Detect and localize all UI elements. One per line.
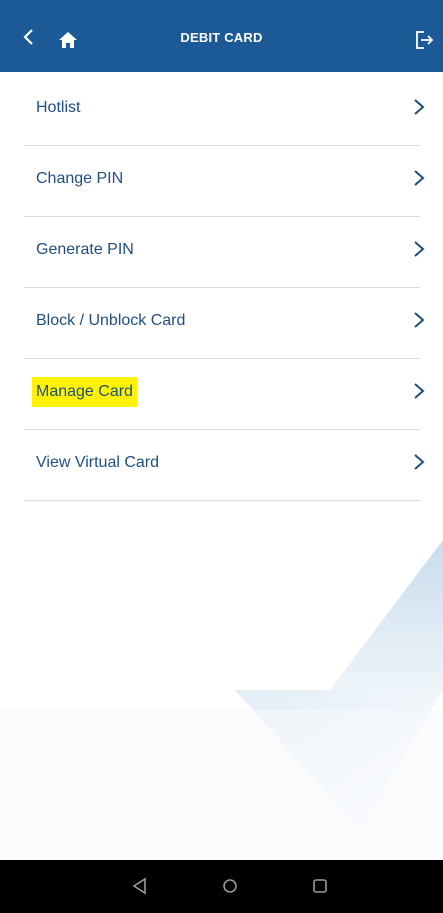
menu-item-block-unblock-card[interactable]: Block / Unblock Card <box>24 288 425 359</box>
menu-item-hotlist[interactable]: Hotlist <box>24 75 425 146</box>
background-decoration <box>0 540 443 860</box>
menu-item-label: Change PIN <box>36 170 124 187</box>
chevron-right-icon <box>414 170 425 186</box>
menu-item-generate-pin[interactable]: Generate PIN <box>24 217 425 288</box>
menu-item-label: Generate PIN <box>36 241 134 258</box>
chevron-right-icon <box>414 241 425 257</box>
system-nav-bar <box>0 860 443 913</box>
page-title: DEBIT CARD <box>180 30 263 45</box>
app-header: DEBIT CARD <box>0 0 443 72</box>
chevron-right-icon <box>414 99 425 115</box>
menu-item-label: Block / Unblock Card <box>36 312 186 329</box>
menu-item-change-pin[interactable]: Change PIN <box>24 146 425 217</box>
menu-item-view-virtual-card[interactable]: View Virtual Card <box>24 430 425 501</box>
menu-item-label: Manage Card <box>32 377 137 407</box>
menu-item-manage-card[interactable]: Manage Card <box>24 359 425 430</box>
menu-item-label: Hotlist <box>36 99 81 116</box>
logout-icon[interactable] <box>413 29 435 51</box>
chevron-right-icon <box>414 312 425 328</box>
circle-home-icon[interactable] <box>220 876 240 896</box>
debit-card-menu: Hotlist Change PIN Generate PIN Block / … <box>0 75 443 501</box>
square-recents-icon[interactable] <box>310 876 330 896</box>
chevron-right-icon <box>414 454 425 470</box>
chevron-right-icon <box>414 383 425 399</box>
menu-item-label: View Virtual Card <box>36 454 160 471</box>
triangle-back-icon[interactable] <box>130 876 150 896</box>
